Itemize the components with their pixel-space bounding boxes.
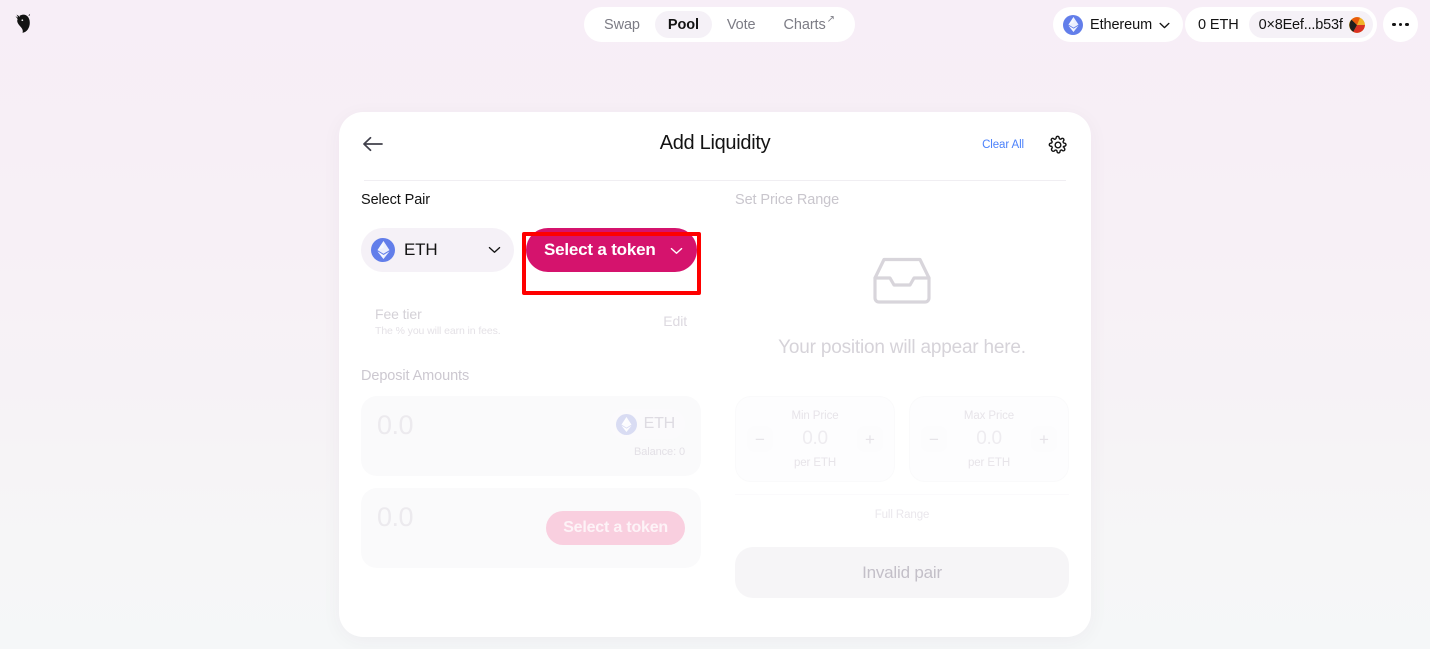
select-token-b-label: Select a token <box>544 240 656 259</box>
min-price-unit: per ETH <box>793 456 837 469</box>
full-range-row: Full Range <box>735 494 1069 525</box>
price-range-inputs: − Min Price 0.0 per ETH + − Max Price 0.… <box>735 396 1069 482</box>
deposit-eth-right: ETH Balance: 0 <box>609 409 685 458</box>
top-navigation-bar: Swap Pool Vote Charts ↗ Ethereum 0 ETH 0… <box>0 0 1430 48</box>
gear-icon[interactable] <box>1046 133 1070 157</box>
fee-tier-title: Fee tier <box>375 305 422 322</box>
deposit-eth-amount-input[interactable]: 0.0 <box>377 412 414 439</box>
chevron-down-icon <box>1159 16 1170 34</box>
max-price-increment-button[interactable]: + <box>1031 426 1057 452</box>
more-dot-3 <box>1405 22 1409 27</box>
ethereum-logo-icon <box>371 238 395 262</box>
fee-tier-row: Fee tier The % you will earn in fees. Ed… <box>361 294 701 348</box>
token-a-symbol: ETH <box>404 240 438 259</box>
deposit-amounts-label: Deposit Amounts <box>361 368 470 384</box>
max-price-decrement-button[interactable]: − <box>921 426 947 452</box>
left-column: Select Pair ETH Select a token Fee tier … <box>361 192 701 568</box>
inbox-tray-icon <box>871 254 933 311</box>
ethereum-logo-icon <box>1063 14 1083 35</box>
tab-vote-label: Vote <box>726 16 756 33</box>
main-nav-tabs: Swap Pool Vote Charts ↗ <box>584 7 855 42</box>
max-price-unit: per ETH <box>967 456 1011 469</box>
deposit-eth-symbol: ETH <box>643 415 676 432</box>
position-empty-state: Your position will appear here. <box>735 254 1069 359</box>
unicorn-logo[interactable] <box>10 9 40 39</box>
tab-vote[interactable]: Vote <box>714 11 769 38</box>
deposit-row-token-b: 0.0 Select a token <box>361 488 701 568</box>
tab-swap-label: Swap <box>604 16 640 33</box>
chain-name-label: Ethereum <box>1090 16 1153 33</box>
chain-selector[interactable]: Ethereum <box>1053 7 1184 42</box>
min-price-input[interactable]: 0.0 <box>802 428 828 450</box>
header-divider <box>364 180 1066 181</box>
min-price-label: Min Price <box>791 409 839 422</box>
wallet-eth-balance: 0 ETH <box>1198 16 1239 33</box>
tab-pool[interactable]: Pool <box>654 11 712 38</box>
tab-charts-label: Charts <box>783 16 826 33</box>
tab-pool-label: Pool <box>667 16 699 33</box>
full-range-button[interactable]: Full Range <box>865 505 940 525</box>
min-price-box: − Min Price 0.0 per ETH + <box>735 396 895 482</box>
token-a-selector[interactable]: ETH <box>361 228 514 272</box>
tab-swap[interactable]: Swap <box>591 11 653 38</box>
ethereum-logo-icon <box>615 413 637 435</box>
more-options-button[interactable] <box>1383 7 1418 42</box>
max-price-input[interactable]: 0.0 <box>976 428 1002 450</box>
deposit-eth-balance: Balance: 0 <box>634 446 685 458</box>
set-price-range-label: Set Price Range <box>735 192 840 208</box>
more-dot-1 <box>1392 22 1396 27</box>
deposit-token-b-amount-input[interactable]: 0.0 <box>377 504 414 531</box>
right-column: Set Price Range Your position will appea… <box>735 192 1069 598</box>
wallet-address-label: 0×8Eef...b53f <box>1258 16 1343 33</box>
deposit-select-token-button[interactable]: Select a token <box>546 511 685 545</box>
add-liquidity-card: Add Liquidity Clear All Select Pair ETH … <box>339 112 1091 637</box>
tab-charts[interactable]: Charts ↗ <box>771 11 848 38</box>
external-link-icon: ↗ <box>826 14 835 25</box>
page-title: Add Liquidity <box>659 132 771 154</box>
fee-tier-edit-button[interactable]: Edit <box>663 313 687 329</box>
pair-selector-row: ETH Select a token <box>361 228 701 272</box>
chevron-down-icon <box>488 241 501 259</box>
deposit-eth-token-chip[interactable]: ETH <box>609 409 685 439</box>
select-pair-label: Select Pair <box>361 192 431 208</box>
min-price-increment-button[interactable]: + <box>857 426 883 452</box>
wallet-avatar <box>1348 16 1365 33</box>
max-price-label: Max Price <box>963 409 1015 422</box>
chevron-down-icon <box>670 243 683 258</box>
select-token-b-button[interactable]: Select a token <box>526 228 697 272</box>
min-price-decrement-button[interactable]: − <box>747 426 773 452</box>
clear-all-link[interactable]: Clear All <box>982 139 1024 151</box>
wallet-address-chip[interactable]: 0×8Eef...b53f <box>1248 11 1373 38</box>
card-header: Add Liquidity Clear All <box>339 112 1091 176</box>
position-empty-text: Your position will appear here. <box>778 337 1026 358</box>
max-price-box: − Max Price 0.0 per ETH + <box>909 396 1069 482</box>
fee-tier-text: Fee tier The % you will earn in fees. <box>375 306 501 337</box>
deposit-row-eth: 0.0 ETH Balance: 0 <box>361 396 701 476</box>
more-dot-2 <box>1398 22 1403 27</box>
submit-button[interactable]: Invalid pair <box>735 547 1069 598</box>
fee-tier-subtitle: The % you will earn in fees. <box>375 324 501 337</box>
wallet-button[interactable]: 0 ETH 0×8Eef...b53f <box>1185 7 1377 42</box>
